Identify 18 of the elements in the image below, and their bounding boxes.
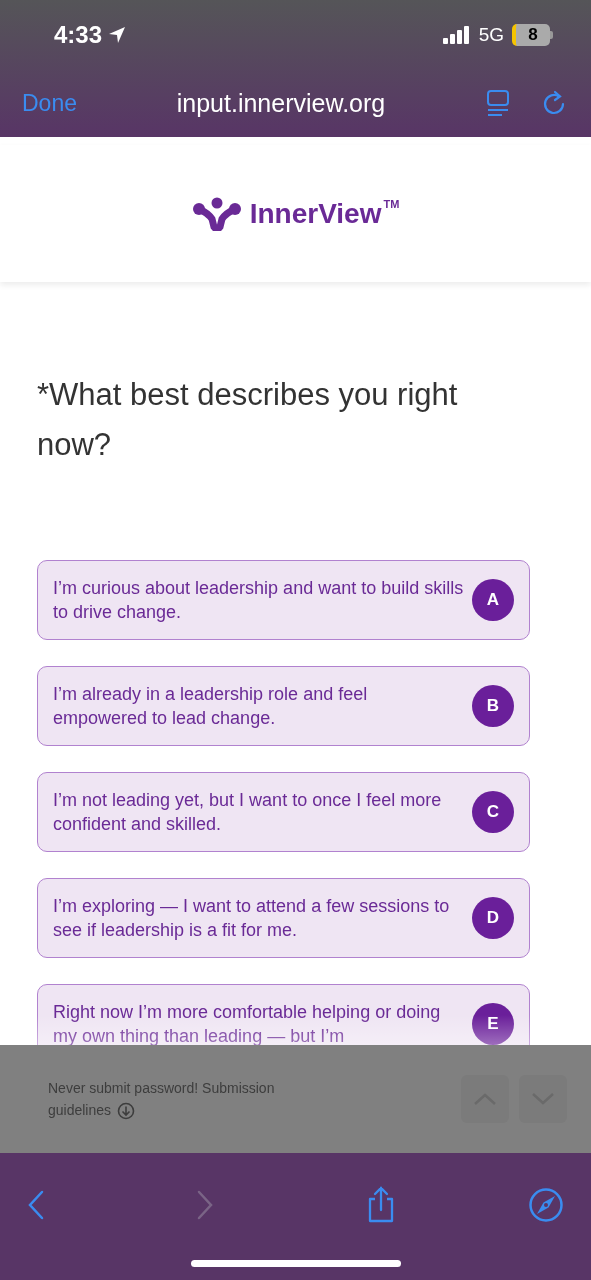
notice-text: Never submit password! Submission guidelines — [48, 1077, 451, 1121]
logo-icon — [191, 196, 242, 231]
answer-option[interactable]: I’m already in a leadership role and feel empowered to lead change. B — [37, 666, 530, 746]
battery-icon: 8 — [512, 24, 550, 46]
back-icon[interactable] — [27, 1190, 45, 1220]
logo-text: InnerView$^{TM}$ — [249, 197, 400, 230]
answer-option[interactable]: I’m not leading yet, but I want to once I feel more confident and skilled. C — [37, 772, 530, 852]
download-icon[interactable] — [117, 1102, 136, 1121]
compass-icon[interactable] — [528, 1187, 564, 1223]
answer-option[interactable]: I’m curious about leadership and want to build skills to drive change. A — [37, 560, 530, 640]
clock-time: 4:33 — [54, 21, 103, 49]
network-label: 5G — [478, 24, 504, 46]
answer-option[interactable]: Right now I’m more comfortable helping or doing my own thing than leading — but I’m E — [37, 984, 530, 1045]
question-text: *What best describes you right now? — [37, 376, 459, 464]
signal-icon — [442, 26, 471, 44]
location-arrow-icon — [108, 26, 127, 44]
answer-option[interactable]: I’m exploring — I want to attend a few sessions to see if leadership is a fit for me. D — [37, 878, 530, 958]
url-text: input.innerview.org — [175, 89, 387, 118]
